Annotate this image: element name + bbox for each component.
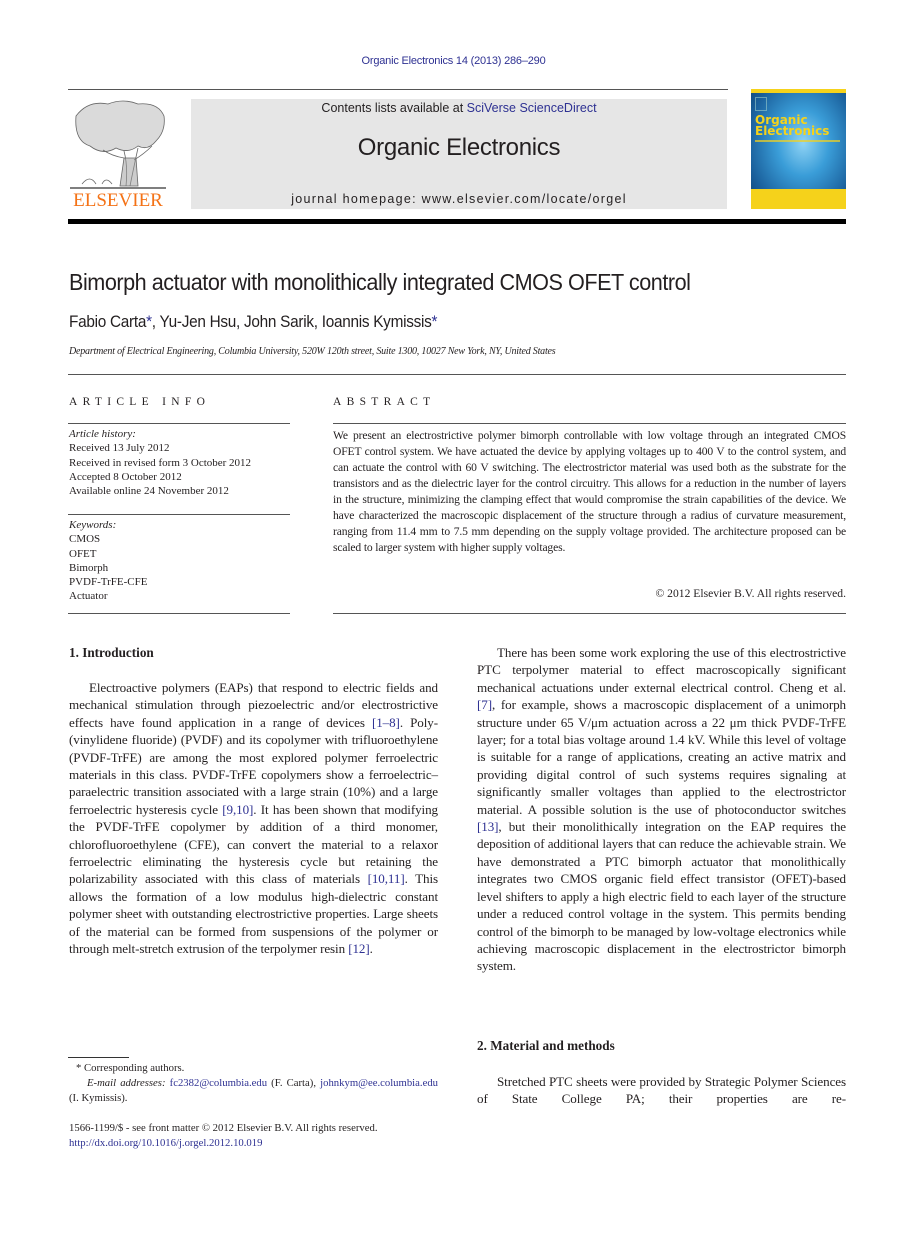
paragraph: Stretched PTC sheets were provided by St…	[477, 1074, 846, 1107]
cover-subtitle	[755, 140, 840, 142]
citation-link[interactable]: [9,10]	[222, 802, 253, 817]
author[interactable]: Yu-Jen Hsu	[160, 313, 237, 331]
history-item: Received 13 July 2012	[69, 442, 170, 455]
footnote-rule	[68, 1057, 129, 1058]
keyword: Actuator	[69, 590, 108, 603]
email-link[interactable]: fc2382@columbia.edu	[170, 1077, 267, 1089]
keyword: CMOS	[69, 533, 101, 546]
section-heading-introduction: 1. Introduction	[69, 645, 154, 660]
article-info-label: ARTICLE INFO	[69, 396, 211, 408]
history-item: Available online 24 November 2012	[69, 485, 229, 498]
keywords-divider	[68, 514, 290, 515]
keyword: OFET	[69, 547, 97, 560]
citation-link[interactable]: [1–8]	[372, 715, 400, 730]
article-history: Article history: Received 13 July 2012 R…	[69, 427, 251, 498]
issn-line: 1566-1199/$ - see front matter © 2012 El…	[69, 1122, 378, 1134]
section-heading-methods: 2. Material and methods	[477, 1038, 615, 1053]
article-info-divider	[68, 423, 290, 424]
affiliation: Department of Electrical Engineering, Co…	[69, 346, 556, 357]
article-title: Bimorph actuator with monolithically int…	[69, 269, 691, 295]
cover-top-bar	[751, 89, 846, 93]
title-divider	[68, 374, 846, 375]
author-list: Fabio Carta*, Yu-Jen Hsu, John Sarik, Io…	[69, 313, 438, 331]
article-info-bottom-divider	[68, 613, 290, 614]
keyword: Bimorph	[69, 561, 109, 574]
citation-link[interactable]: [12]	[348, 941, 370, 956]
abstract-divider	[333, 423, 846, 424]
body-column-right-methods: Stretched PTC sheets were provided by St…	[477, 1073, 846, 1108]
citation-link[interactable]: [10,11]	[368, 871, 405, 886]
paragraph: Electroactive polymers (EAPs) that respo…	[69, 680, 438, 957]
journal-title: Organic Electronics	[357, 134, 561, 161]
abstract-copyright: © 2012 Elsevier B.V. All rights reserved…	[655, 587, 846, 600]
paragraph: There has been some work exploring the u…	[477, 645, 846, 974]
abstract-label: ABSTRACT	[333, 396, 436, 408]
history-item: Accepted 8 October 2012	[69, 470, 182, 483]
cover-bottom-band	[751, 189, 846, 209]
cover-emblem-icon	[755, 97, 767, 111]
citation-link[interactable]: [13]	[477, 819, 499, 834]
email-link[interactable]: johnkym@ee.columbia.edu	[320, 1077, 438, 1089]
article-history-heading: Article history:	[69, 428, 136, 440]
doi-link[interactable]: http://dx.doi.org/10.1016/j.orgel.2012.1…	[69, 1136, 262, 1151]
cover-title: Organic Electronics	[755, 113, 830, 138]
publisher-logo-text: ELSEVIER	[73, 190, 163, 211]
keywords-heading: Keywords:	[69, 519, 117, 531]
author[interactable]: John Sarik	[244, 313, 314, 331]
header-divider	[68, 89, 728, 90]
email-footnote: E-mail addresses: fc2382@columbia.edu (F…	[69, 1077, 439, 1104]
journal-cover-image: Organic Electronics	[751, 89, 846, 209]
journal-banner: Contents lists available at SciVerse Sci…	[191, 99, 727, 209]
history-item: Received in revised form 3 October 2012	[69, 456, 252, 469]
author[interactable]: Ioannis Kymissis	[322, 313, 432, 331]
journal-homepage[interactable]: journal homepage: www.elsevier.com/locat…	[191, 192, 727, 206]
sciencedirect-link[interactable]: SciVerse ScienceDirect	[467, 101, 597, 115]
keywords: Keywords: CMOS OFET Bimorph PVDF-TrFE-CF…	[69, 518, 147, 604]
citation-link[interactable]: [7]	[477, 697, 492, 712]
contents-line: Contents lists available at SciVerse Sci…	[321, 101, 597, 115]
header-thick-rule	[68, 219, 846, 224]
corresponding-author-marker[interactable]: *	[432, 313, 438, 331]
keyword: PVDF-TrFE-CFE	[69, 576, 148, 589]
abstract-bottom-divider	[333, 613, 846, 614]
abstract-text: We present an electrostrictive polymer b…	[333, 429, 846, 554]
body-column-right: There has been some work exploring the u…	[477, 644, 846, 975]
corresponding-footnote: * Corresponding authors.	[76, 1062, 185, 1074]
body-column-left: Electroactive polymers (EAPs) that respo…	[69, 679, 438, 958]
journal-reference[interactable]: Organic Electronics 14 (2013) 286–290	[0, 55, 907, 67]
author[interactable]: Fabio Carta	[69, 313, 146, 331]
